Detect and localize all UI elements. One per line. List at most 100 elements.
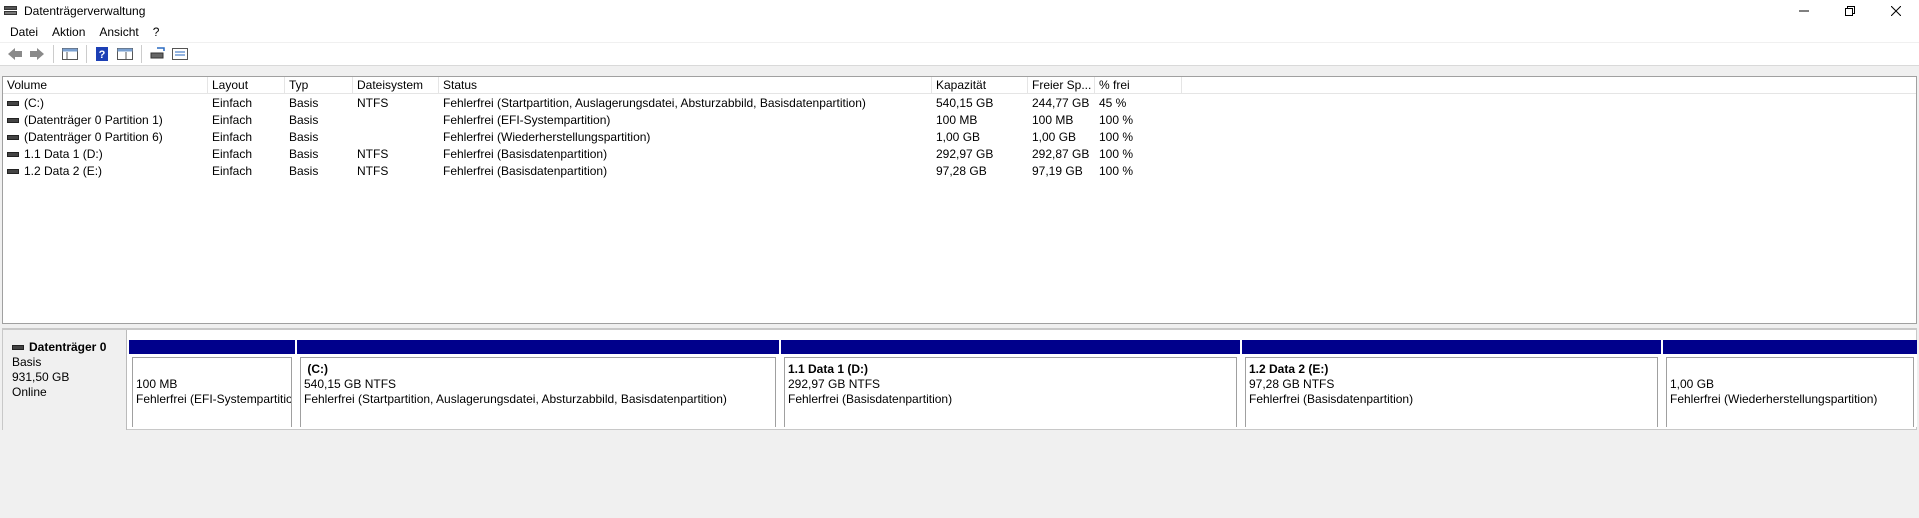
partition-body: (C:) 540,15 GB NTFS Fehlerfrei (Startpar… [300, 357, 776, 427]
forward-button[interactable] [26, 44, 48, 64]
disk-label[interactable]: Datenträger 0 Basis 931,50 GB Online [3, 330, 127, 430]
properties-icon [117, 48, 133, 60]
column-header-prozent-frei[interactable]: % frei [1095, 77, 1182, 94]
volume-icon [7, 169, 19, 174]
column-header-dateisystem[interactable]: Dateisystem [353, 77, 439, 94]
rescan-icon [150, 47, 165, 59]
menu-aktion[interactable]: Aktion [45, 22, 92, 42]
column-header-volume[interactable]: Volume [3, 77, 208, 94]
disk-graphical-view: Datenträger 0 Basis 931,50 GB Online 100… [2, 328, 1917, 518]
status-cell: Fehlerfrei (Basisdatenpartition) [443, 147, 608, 161]
partition-status: Fehlerfrei (Basisdatenpartition) [788, 392, 953, 406]
volume-list-header: Volume Layout Typ Dateisystem Status Kap… [3, 77, 1916, 94]
disk-type: Basis [12, 355, 42, 369]
menu-datei[interactable]: Datei [3, 22, 45, 42]
help-button[interactable]: ? [92, 44, 114, 64]
svg-text:?: ? [99, 49, 106, 61]
table-row[interactable]: 1.2 Data 2 (E:) Einfach Basis NTFS Fehle… [3, 163, 1916, 180]
back-arrow-icon [8, 48, 22, 60]
volume-icon [7, 118, 19, 123]
percent-free-cell: 100 % [1099, 130, 1134, 144]
table-row[interactable]: 1.1 Data 1 (D:) Einfach Basis NTFS Fehle… [3, 146, 1916, 163]
console-tree-button[interactable] [59, 44, 81, 64]
partition-name [136, 362, 291, 377]
partition-body: 1,00 GB Fehlerfrei (Wiederherstellungspa… [1666, 357, 1914, 427]
layout-cell: Einfach [212, 164, 253, 178]
toolbar-separator [53, 45, 54, 63]
toolbar-separator [141, 45, 142, 63]
column-header-layout[interactable]: Layout [208, 77, 285, 94]
back-button[interactable] [4, 44, 26, 64]
close-button[interactable] [1873, 0, 1919, 22]
disk-icon [12, 345, 24, 350]
volume-cell: 1.2 Data 2 (E:) [3, 163, 208, 180]
detail-view-button[interactable] [169, 44, 191, 64]
close-icon [1891, 6, 1901, 16]
partition-e[interactable]: 1.2 Data 2 (E:) 97,28 GB NTFS Fehlerfrei… [1242, 340, 1661, 427]
capacity-cell: 100 MB [936, 113, 978, 127]
table-row[interactable]: (Datenträger 0 Partition 1) Einfach Basi… [3, 112, 1916, 129]
layout-cell: Einfach [212, 130, 253, 144]
volume-cell: (Datenträger 0 Partition 1) [3, 112, 208, 129]
status-cell: Fehlerfrei (Basisdatenpartition) [443, 164, 608, 178]
partition-size: 292,97 GB NTFS [788, 377, 881, 391]
table-row[interactable]: (C:) Einfach Basis NTFS Fehlerfrei (Star… [3, 95, 1916, 112]
rescan-button[interactable] [147, 44, 169, 64]
column-header-status[interactable]: Status [439, 77, 932, 94]
partition-body: 100 MB Fehlerfrei (EFI-Systempartitio [132, 357, 292, 427]
partition-bar [297, 340, 779, 354]
forward-arrow-icon [30, 48, 44, 60]
disk-management-app-icon [4, 5, 18, 17]
minimize-icon [1799, 10, 1809, 12]
partition-recovery[interactable]: 1,00 GB Fehlerfrei (Wiederherstellungspa… [1663, 340, 1917, 427]
layout-cell: Einfach [212, 147, 253, 161]
typ-cell: Basis [289, 147, 319, 161]
disk-state: Online [12, 385, 47, 399]
status-cell: Fehlerfrei (Wiederherstellungspartition) [443, 130, 651, 144]
partition-bar [1242, 340, 1661, 354]
column-header-typ[interactable]: Typ [285, 77, 353, 94]
volume-name: (C:) [24, 96, 44, 110]
partition-name-text: (C:) [307, 362, 328, 376]
partition-size: 1,00 GB [1670, 377, 1715, 391]
volume-cell: 1.1 Data 1 (D:) [3, 146, 208, 163]
volume-icon [7, 135, 19, 140]
window-title: Datenträgerverwaltung [24, 4, 146, 18]
filesystem-cell [353, 112, 439, 129]
partition-efi[interactable]: 100 MB Fehlerfrei (EFI-Systempartitio [129, 340, 295, 427]
column-header-kapazitaet[interactable]: Kapazität [932, 77, 1028, 94]
disk-row[interactable]: Datenträger 0 Basis 931,50 GB Online 100… [2, 329, 1917, 430]
volume-cell: (C:) [3, 95, 208, 112]
menu-bar: Datei Aktion Ansicht ? [0, 22, 1919, 42]
volume-list-body: (C:) Einfach Basis NTFS Fehlerfrei (Star… [3, 95, 1916, 180]
table-row[interactable]: (Datenträger 0 Partition 6) Einfach Basi… [3, 129, 1916, 146]
disk-name: Datenträger 0 [29, 340, 107, 354]
partition-name: (C:) [304, 362, 775, 377]
menu-help[interactable]: ? [146, 22, 167, 42]
status-cell: Fehlerfrei (Startpartition, Auslagerungs… [443, 96, 866, 110]
volume-name: (Datenträger 0 Partition 1) [24, 113, 163, 127]
menu-ansicht[interactable]: Ansicht [92, 22, 145, 42]
filesystem-cell: NTFS [357, 96, 389, 110]
partition-status: Fehlerfrei (Wiederherstellungspartition) [1670, 392, 1878, 406]
restore-button[interactable] [1827, 0, 1873, 22]
free-space-cell: 100 MB [1032, 113, 1074, 127]
layout-cell: Einfach [212, 96, 253, 110]
partition-body: 1.1 Data 1 (D:) 292,97 GB NTFS Fehlerfre… [784, 357, 1237, 427]
partition-c[interactable]: (C:) 540,15 GB NTFS Fehlerfrei (Startpar… [297, 340, 779, 427]
partition-bar [1663, 340, 1917, 354]
minimize-button[interactable] [1781, 0, 1827, 22]
partition-size: 100 MB [136, 377, 178, 391]
capacity-cell: 1,00 GB [936, 130, 981, 144]
properties-button[interactable] [114, 44, 136, 64]
volume-name: 1.1 Data 1 (D:) [24, 147, 103, 161]
free-space-cell: 244,77 GB [1032, 96, 1090, 110]
disk-name-line: Datenträger 0 [12, 340, 126, 355]
partition-status: Fehlerfrei (EFI-Systempartitio [136, 392, 292, 406]
typ-cell: Basis [289, 96, 319, 110]
partition-name: 1.2 Data 2 (E:) [1249, 362, 1329, 376]
partition-d[interactable]: 1.1 Data 1 (D:) 292,97 GB NTFS Fehlerfre… [781, 340, 1240, 427]
volume-list[interactable]: Volume Layout Typ Dateisystem Status Kap… [2, 76, 1917, 324]
percent-free-cell: 100 % [1099, 164, 1134, 178]
column-header-freier-speicher[interactable]: Freier Sp... [1028, 77, 1095, 94]
